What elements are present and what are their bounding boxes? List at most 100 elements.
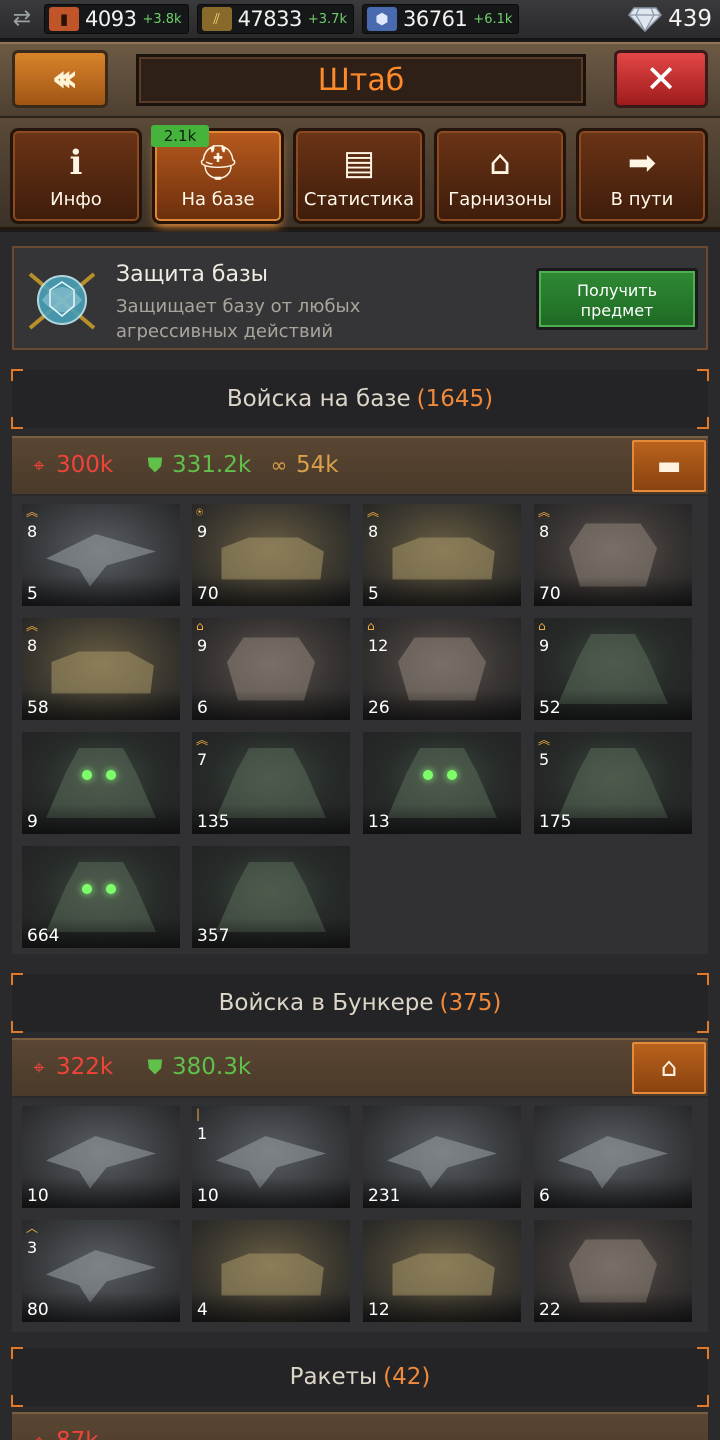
section-count: (1645)	[416, 386, 494, 412]
unit-count: 357	[197, 926, 230, 946]
section-header-base-troops[interactable]: Войска на базе (1645)	[11, 369, 709, 429]
unit-count: 80	[27, 1300, 49, 1320]
unit-card[interactable]: 357	[192, 846, 350, 948]
unit-card[interactable]: 6	[534, 1106, 692, 1208]
unit-level: 9	[539, 636, 550, 655]
unit-level: 1	[197, 1124, 208, 1143]
unit-card[interactable]: 9	[22, 732, 180, 834]
unit-count: 5	[368, 584, 379, 604]
attack-value: 87k	[56, 1428, 99, 1440]
resource-food[interactable]: ▮ 4093 +3.8k	[44, 4, 189, 34]
unit-card[interactable]: ︽ 8 58	[22, 618, 180, 720]
unit-level: 8	[27, 522, 38, 541]
resource-value: 36761	[402, 7, 468, 31]
close-button[interactable]: ✕	[614, 50, 708, 108]
resource-metal[interactable]: ⬢ 36761 +6.1k	[361, 4, 520, 34]
rank-chevron-icon: ⌂	[538, 619, 546, 633]
unit-card[interactable]: 12	[363, 1220, 521, 1322]
unit-card[interactable]: 231	[363, 1106, 521, 1208]
unit-card[interactable]: | 1 10	[192, 1106, 350, 1208]
rank-chevron-icon: ︽	[26, 619, 39, 633]
tab-info[interactable]: i Инфо	[10, 128, 142, 224]
unit-card[interactable]: ︽ 8 70	[534, 504, 692, 606]
unit-level: 3	[27, 1238, 38, 1257]
swap-icon[interactable]: ⇄	[8, 5, 36, 33]
unit-card[interactable]: ︽ 5 175	[534, 732, 692, 834]
tab-helmet[interactable]: ⛑ На базе 2.1k	[151, 125, 284, 224]
tab-label: Гарнизоны	[448, 189, 552, 210]
unit-portrait	[46, 1136, 156, 1189]
tab-garrison[interactable]: ⌂ Гарнизоны	[434, 128, 566, 224]
night-vision-glow	[82, 884, 92, 894]
gems-value: 439	[668, 6, 712, 32]
unit-portrait	[569, 1239, 657, 1303]
resource-increase: +3.8k	[142, 11, 182, 27]
unit-card[interactable]: ︽ 7 135	[192, 732, 350, 834]
metal-icon: ⬢	[366, 7, 397, 31]
unit-count: 9	[27, 812, 38, 832]
gems-counter[interactable]: 439	[628, 6, 712, 33]
tab-label: На базе	[181, 189, 255, 210]
info-icon: i	[69, 143, 83, 183]
scout-value: 54k	[296, 452, 339, 478]
unit-card[interactable]: ︽ 8 5	[22, 504, 180, 606]
unit-card[interactable]: 10	[22, 1106, 180, 1208]
unit-count: 13	[368, 812, 390, 832]
unit-card[interactable]: 13	[363, 732, 521, 834]
unit-portrait	[216, 1136, 326, 1189]
unit-card[interactable]: ︽ 8 5	[363, 504, 521, 606]
crosshair-icon: ⌖	[33, 1055, 45, 1079]
unit-count: 6	[197, 698, 208, 718]
unit-count: 52	[539, 698, 561, 718]
bunker-button[interactable]: ⌂	[632, 1042, 706, 1094]
section-title: Ракеты	[289, 1364, 378, 1390]
unit-portrait	[569, 523, 657, 587]
unit-card[interactable]: 4	[192, 1220, 350, 1322]
sofa-icon: ▬	[656, 451, 682, 481]
unit-level: 8	[539, 522, 550, 541]
unit-portrait	[51, 651, 154, 694]
unit-count: 231	[368, 1186, 401, 1206]
unit-card[interactable]: ︿ 3 80	[22, 1220, 180, 1322]
resource-ammo[interactable]: ⫽ 47833 +3.7k	[196, 4, 354, 34]
unit-count: 12	[368, 1300, 390, 1320]
unit-count: 70	[539, 584, 561, 604]
unit-card[interactable]: ⌂ 9 52	[534, 618, 692, 720]
troop-stats-bar: ⌖ 300k ⛊ 331.2k ∞ 54k ▬	[12, 436, 708, 494]
unit-count: 5	[27, 584, 38, 604]
night-vision-glow	[106, 770, 116, 780]
defense-stat: ⛊ 380.3k	[142, 1054, 252, 1080]
unit-card[interactable]: ⌂ 9 6	[192, 618, 350, 720]
barracks-button[interactable]: ▬	[632, 440, 706, 492]
unit-card[interactable]: 22	[534, 1220, 692, 1322]
unit-portrait	[46, 1250, 156, 1303]
section-header-missiles[interactable]: Ракеты (42)	[11, 1347, 709, 1407]
arrow-right-icon: ➡	[627, 143, 657, 183]
night-vision-glow	[447, 770, 457, 780]
night-vision-glow	[423, 770, 433, 780]
crosshair-icon: ⌖	[26, 1428, 52, 1440]
back-button[interactable]: ‹‹‹	[12, 50, 108, 108]
unit-portrait	[227, 637, 315, 701]
get-item-button[interactable]: Получить предмет	[536, 268, 698, 330]
section-count: (42)	[383, 1364, 431, 1390]
unit-card[interactable]: ⌂ 12 26	[363, 618, 521, 720]
tab-label: Инфо	[50, 189, 102, 210]
unit-portrait	[216, 748, 326, 818]
section-title: Войска на базе	[226, 386, 411, 412]
helmet-icon: ⛑	[196, 143, 240, 183]
title-plate: Штаб	[136, 54, 586, 106]
unit-card[interactable]: ⍟ 9 70	[192, 504, 350, 606]
unit-portrait	[558, 634, 668, 704]
bunker-icon: ⌂	[660, 1053, 678, 1083]
scout-stat: ∞ 54k	[266, 452, 339, 478]
unit-card[interactable]: 664	[22, 846, 180, 948]
rank-chevron-icon: |	[196, 1107, 201, 1121]
unit-count: 22	[539, 1300, 561, 1320]
tab-stats[interactable]: ▤ Статистика	[293, 128, 425, 224]
main-content[interactable]: Защита базы Защищает базу от любых агрес…	[0, 232, 720, 1440]
unit-portrait	[46, 534, 156, 587]
tab-arrow-right[interactable]: ➡ В пути	[576, 128, 708, 224]
attack-value: 300k	[56, 452, 114, 478]
section-header-bunker-troops[interactable]: Войска в Бункере (375)	[11, 973, 709, 1033]
